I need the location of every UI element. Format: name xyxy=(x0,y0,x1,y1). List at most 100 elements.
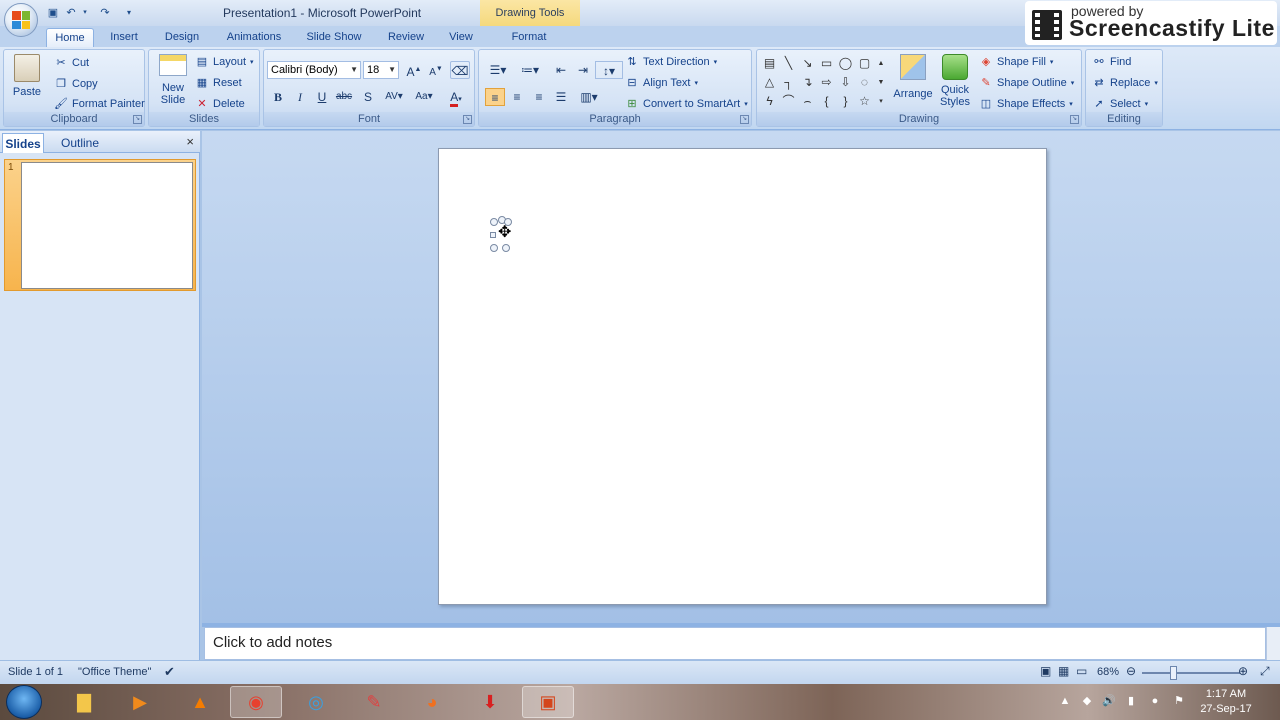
rectangle-shape-icon[interactable]: ▭ xyxy=(818,55,835,72)
gallery-scroll-down-icon[interactable]: ▼ xyxy=(876,74,886,91)
tab-view[interactable]: View xyxy=(442,28,480,47)
increase-indent-button[interactable]: ⇥ xyxy=(573,61,593,79)
tab-format[interactable]: Format xyxy=(500,28,558,47)
shape-fill-button[interactable]: ◈ Shape Fill ▾ xyxy=(979,55,1054,69)
zoom-out-icon[interactable]: ⊖ xyxy=(1126,664,1136,678)
arc-shape-icon[interactable]: ⌢ xyxy=(799,93,816,110)
network-icon[interactable]: ▮ xyxy=(1124,694,1138,708)
freeform-shape-icon[interactable]: ϟ xyxy=(761,93,778,110)
find-button[interactable]: ⚯ Find xyxy=(1092,55,1131,69)
copy-button[interactable]: ❐ Copy xyxy=(54,77,98,91)
down-arrow-shape-icon[interactable]: ⇩ xyxy=(837,74,854,91)
file-explorer-taskbar-button[interactable]: ▇ xyxy=(58,686,110,718)
clear-formatting-button[interactable]: ⌫ xyxy=(450,61,470,79)
undo-dropdown-icon[interactable]: ▾ xyxy=(82,6,88,20)
office-button[interactable] xyxy=(4,3,38,37)
clipboard-dialog-launcher[interactable]: ↘ xyxy=(133,115,142,124)
resize-handle[interactable] xyxy=(490,232,496,238)
tab-outline[interactable]: Outline xyxy=(52,133,108,153)
decrease-indent-button[interactable]: ⇤ xyxy=(551,61,571,79)
font-name-combo[interactable]: Calibri (Body) ▼ xyxy=(267,61,361,79)
shape-outline-button[interactable]: ✎ Shape Outline ▾ xyxy=(979,76,1074,90)
start-button[interactable] xyxy=(6,685,42,719)
quick-styles-button[interactable]: Quick Styles xyxy=(935,54,975,108)
numbering-button[interactable]: ≔▾ xyxy=(515,61,545,79)
replace-button[interactable]: ⇄ Replace ▾ xyxy=(1092,76,1157,90)
shrink-font-button[interactable]: A▼ xyxy=(426,61,446,79)
character-spacing-button[interactable]: AV▾ xyxy=(380,88,408,106)
powerpoint-taskbar-button[interactable]: ▣ xyxy=(522,686,574,718)
format-painter-button[interactable]: 🖌 Format Painter xyxy=(54,97,145,111)
resize-handle[interactable] xyxy=(490,244,498,252)
justify-button[interactable]: ☰ xyxy=(551,88,571,106)
align-left-button[interactable]: ≡ xyxy=(485,88,505,106)
paste-button[interactable]: Paste xyxy=(8,54,46,98)
gallery-scroll-up-icon[interactable]: ▲ xyxy=(876,55,886,72)
text-direction-button[interactable]: ⇅ Text Direction ▾ xyxy=(625,55,717,69)
select-button[interactable]: ➚ Select ▾ xyxy=(1092,97,1148,111)
arrow-line-shape-icon[interactable]: ↘ xyxy=(799,55,816,72)
bullets-button[interactable]: ☰▾ xyxy=(483,61,513,79)
align-right-button[interactable]: ≡ xyxy=(529,88,549,106)
zoom-level[interactable]: 68% xyxy=(1097,666,1119,678)
callout-shape-icon[interactable]: ◌ xyxy=(856,74,873,91)
grow-font-button[interactable]: A▲ xyxy=(404,61,424,79)
reset-button[interactable]: ▦ Reset xyxy=(195,76,242,90)
rounded-rectangle-shape-icon[interactable]: ▢ xyxy=(856,55,873,72)
volume-icon[interactable]: 🔊 xyxy=(1102,694,1116,708)
zoom-slider-thumb[interactable] xyxy=(1170,666,1177,680)
text-shadow-button[interactable]: S xyxy=(358,88,378,106)
delete-button[interactable]: ✕ Delete xyxy=(195,97,244,111)
bold-button[interactable]: B xyxy=(268,88,288,106)
tab-home[interactable]: Home xyxy=(46,28,94,47)
slide-thumbnail-item[interactable]: 1 xyxy=(4,159,196,291)
normal-view-icon[interactable]: ▣ xyxy=(1040,664,1051,678)
notes-scrollbar[interactable] xyxy=(1266,627,1280,660)
right-arrow-shape-icon[interactable]: ⇨ xyxy=(818,74,835,91)
show-hidden-icons-icon[interactable]: ▲ xyxy=(1058,694,1072,708)
tab-slide-show[interactable]: Slide Show xyxy=(300,28,368,47)
curve-shape-icon[interactable]: ⌒ xyxy=(780,93,797,110)
fit-to-window-icon[interactable]: ⤢ xyxy=(1260,664,1270,679)
tab-design[interactable]: Design xyxy=(158,28,206,47)
resize-handle[interactable] xyxy=(502,244,510,252)
notes-pane[interactable]: Click to add notes xyxy=(204,627,1266,660)
security-icon[interactable]: ◆ xyxy=(1080,694,1094,708)
chrome-taskbar-button[interactable]: ◉ xyxy=(230,686,282,718)
tab-review[interactable]: Review xyxy=(382,28,430,47)
drawing-dialog-launcher[interactable]: ↘ xyxy=(1070,115,1079,124)
paint-taskbar-button[interactable]: ✎ xyxy=(348,686,400,718)
elbow-connector-shape-icon[interactable]: ┐ xyxy=(780,74,797,91)
change-case-button[interactable]: Aa▾ xyxy=(410,88,438,106)
columns-button[interactable]: ▥▾ xyxy=(575,88,603,106)
tab-slides[interactable]: Slides xyxy=(2,133,44,153)
star-shape-icon[interactable]: ☆ xyxy=(856,93,873,110)
paragraph-dialog-launcher[interactable]: ↘ xyxy=(740,115,749,124)
font-size-combo[interactable]: 18 ▼ xyxy=(363,61,399,79)
taskbar-clock[interactable]: 1:17 AM 27-Sep-17 xyxy=(1196,687,1256,717)
spell-check-icon[interactable]: ✔ xyxy=(164,664,175,680)
left-brace-shape-icon[interactable]: { xyxy=(818,93,835,110)
arrange-button[interactable]: Arrange xyxy=(893,54,933,100)
slide-thumbnail[interactable] xyxy=(21,162,193,289)
align-center-button[interactable]: ≡ xyxy=(507,88,527,106)
undo-icon[interactable]: ↶ xyxy=(64,6,78,20)
gallery-more-icon[interactable]: ▾ xyxy=(876,93,886,110)
convert-smartart-button[interactable]: ⊞ Convert to SmartArt ▾ xyxy=(625,97,747,111)
slide-canvas[interactable]: ✥ xyxy=(438,148,1047,605)
line-shape-icon[interactable]: ╲ xyxy=(780,55,797,72)
line-spacing-button[interactable]: ↕▾ xyxy=(595,61,623,79)
new-slide-button[interactable]: New Slide xyxy=(153,54,193,106)
italic-button[interactable]: I xyxy=(290,88,310,106)
close-icon[interactable]: × xyxy=(186,134,194,149)
tab-animations[interactable]: Animations xyxy=(220,28,288,47)
layout-button[interactable]: ▤ Layout ▾ xyxy=(195,55,254,69)
slide-sorter-view-icon[interactable]: ▦ xyxy=(1058,664,1069,678)
oval-shape-icon[interactable]: ◯ xyxy=(837,55,854,72)
font-color-button[interactable]: A▾ xyxy=(442,88,470,107)
app-taskbar-button[interactable]: ◎ xyxy=(290,686,342,718)
customize-qat-icon[interactable]: ▾ xyxy=(122,6,136,20)
redo-icon[interactable]: ↷ xyxy=(98,6,112,20)
flag-icon[interactable]: ⚑ xyxy=(1172,694,1186,708)
textbox-shape-icon[interactable]: ▤ xyxy=(761,55,778,72)
